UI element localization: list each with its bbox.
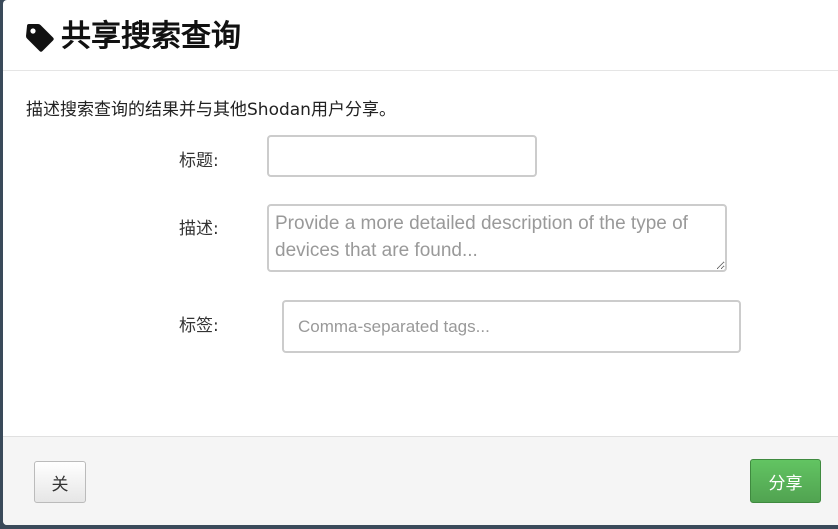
tags-input[interactable]: [282, 300, 741, 353]
title-input[interactable]: [267, 135, 537, 177]
share-search-modal: 共享搜索查询 描述搜索查询的结果并与其他Shodan用户分享。 标题: 描述: …: [3, 0, 838, 525]
tag-icon: [26, 24, 54, 52]
modal-header: 共享搜索查询: [3, 0, 838, 71]
modal-footer: 关 分享: [3, 436, 838, 525]
modal-description: 描述搜索查询的结果并与其他Shodan用户分享。: [26, 100, 396, 120]
description-textarea[interactable]: [267, 204, 727, 272]
share-button[interactable]: 分享: [750, 459, 821, 503]
description-label: 描述:: [179, 219, 219, 239]
title-label: 标题:: [179, 151, 219, 171]
close-button[interactable]: 关: [34, 461, 86, 503]
tags-label: 标签:: [179, 316, 219, 336]
modal-body: 描述搜索查询的结果并与其他Shodan用户分享。 标题: 描述: 标签:: [3, 71, 838, 436]
modal-title: 共享搜索查询: [61, 19, 241, 54]
